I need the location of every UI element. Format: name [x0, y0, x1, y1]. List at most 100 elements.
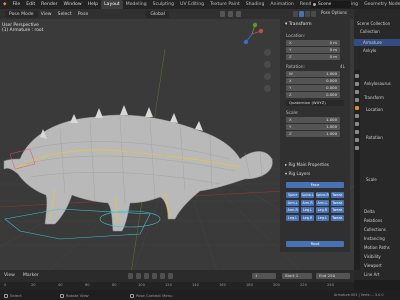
layer-button[interactable]: Spine — [286, 192, 300, 198]
layer-button[interactable]: Leg.R — [300, 214, 315, 221]
layer-button[interactable]: Tweak — [330, 199, 344, 206]
rotation-mode-dropdown[interactable]: Quaternion (WXYZ) — [286, 100, 344, 106]
layer-button[interactable]: Leg.R — [315, 207, 330, 213]
timeline-menu-view[interactable]: View — [4, 273, 15, 278]
tab-geometry-nodes[interactable]: Geometry Nodes — [361, 0, 400, 9]
orientation-dropdown[interactable]: Global — [146, 10, 169, 18]
properties-section[interactable]: Transform — [364, 95, 384, 100]
camera-icon[interactable] — [264, 73, 271, 80]
pan-hand-icon[interactable] — [264, 61, 271, 68]
material-shading-icon[interactable] — [305, 11, 310, 17]
layer-button[interactable]: Arm.R — [300, 199, 315, 206]
menu-window[interactable]: Window — [61, 2, 85, 7]
menu-view[interactable]: View — [38, 12, 55, 17]
timeline-menu-marker[interactable]: Marker — [23, 273, 39, 278]
timeline-ruler[interactable]: 0 20 40 60 80 100 120 140 160 180 200 22… — [0, 282, 354, 290]
layer-button[interactable]: Tweak — [330, 214, 344, 221]
layer-button[interactable]: Arm.R — [286, 207, 300, 213]
jump-end-icon[interactable] — [168, 273, 173, 279]
blender-logo-icon[interactable]: ◆ — [0, 2, 10, 7]
gizmo-toggle-icon[interactable] — [228, 11, 233, 17]
properties-section[interactable]: Delta — [364, 209, 375, 214]
wireframe-shading-icon[interactable] — [293, 11, 298, 17]
layer-button[interactable]: Leg.L — [286, 214, 300, 221]
menu-file[interactable]: File — [10, 2, 24, 7]
next-keyframe-icon[interactable] — [160, 273, 165, 279]
play-reverse-icon[interactable] — [144, 273, 149, 279]
properties-section[interactable]: Instancing — [364, 236, 385, 241]
properties-section[interactable]: Viewport — [364, 263, 382, 268]
menu-edit[interactable]: Edit — [23, 2, 38, 7]
object-tab-icon[interactable] — [355, 106, 359, 110]
rotation-w-field[interactable]: W 1.000 — [286, 71, 340, 77]
current-frame-field[interactable]: 1 — [252, 273, 276, 279]
grid-view-icon[interactable] — [264, 85, 271, 92]
properties-section[interactable]: Motion Paths — [364, 245, 390, 250]
layer-button[interactable]: Spine.L — [300, 192, 315, 198]
face-layer-button[interactable]: Face — [286, 182, 344, 188]
tab-modeling[interactable]: Modeling — [123, 0, 150, 9]
properties-section[interactable]: Collections — [364, 227, 386, 232]
constraint-tab-icon[interactable] — [355, 130, 359, 134]
rig-main-properties-header[interactable]: ▸ Rig Main Properties — [285, 162, 329, 167]
tool-tab-icon[interactable] — [355, 74, 359, 78]
outliner-item[interactable]: Armature — [363, 40, 382, 45]
menu-pose[interactable]: Pose — [75, 12, 92, 17]
overlay-toggle-icon[interactable] — [236, 11, 241, 17]
solid-shading-icon[interactable] — [299, 11, 304, 17]
layer-button[interactable]: Arm.L — [315, 199, 330, 206]
tab-animation[interactable]: Animation — [267, 0, 296, 9]
modifier-tab-icon[interactable] — [355, 114, 359, 118]
layer-button[interactable]: Tweak — [330, 192, 344, 198]
menu-select[interactable]: Select — [55, 12, 75, 17]
rig-layers-header[interactable]: ▾ Rig Layers — [285, 171, 310, 176]
root-layer-button[interactable]: Root — [286, 241, 344, 247]
tab-uv-editing[interactable]: UV Editing — [177, 0, 207, 9]
mode-dropdown[interactable]: Pose Mode — [5, 10, 38, 18]
control-shapes[interactable] — [4, 208, 161, 240]
transform-panel-header[interactable]: ▾ Transform — [285, 22, 312, 27]
scene-tab-icon[interactable] — [355, 98, 359, 102]
layer-button[interactable]: Leg.L — [315, 214, 330, 221]
properties-section[interactable]: Relations — [364, 218, 382, 223]
outliner-item[interactable]: Ankylo — [363, 48, 376, 53]
scale-x-field[interactable]: X 1.000 — [286, 117, 340, 123]
render-tab-icon[interactable] — [355, 82, 359, 86]
outliner-item[interactable]: Scene Collection — [357, 21, 390, 26]
tab-texture-paint[interactable]: Texture Paint — [207, 0, 243, 9]
tab-shading[interactable]: Shading — [243, 0, 268, 9]
location-y-field[interactable]: Y 0 m — [286, 47, 340, 53]
bone-tab-icon[interactable] — [355, 146, 359, 150]
end-frame-field[interactable]: End 250 — [316, 273, 350, 279]
tab-layout[interactable]: Layout — [101, 0, 123, 9]
layer-button[interactable]: Spine.R — [315, 192, 330, 198]
rotation-x-field[interactable]: X 0.000 — [286, 78, 340, 84]
rotation-z-field[interactable]: Z 0.000 — [286, 92, 340, 98]
scale-y-field[interactable]: Y 1.000 — [286, 124, 340, 130]
pose-options-menu[interactable]: Pose Options — [318, 10, 350, 15]
data-tab-icon[interactable] — [355, 138, 359, 142]
tab-sculpting[interactable]: Sculpting — [150, 0, 177, 9]
menu-render[interactable]: Render — [38, 2, 60, 7]
menu-help[interactable]: Help — [85, 2, 101, 7]
output-tab-icon[interactable] — [355, 90, 359, 94]
layer-button[interactable]: Leg.L — [300, 207, 315, 213]
properties-section[interactable]: Line Art — [364, 272, 380, 277]
outliner-item[interactable]: Collection — [360, 29, 380, 34]
navigation-gizmo[interactable] — [240, 22, 264, 46]
zoom-icon[interactable] — [264, 49, 271, 56]
layer-button[interactable]: Tweak — [330, 207, 344, 213]
scene-selector[interactable]: Scene — [311, 1, 351, 8]
rotation-y-field[interactable]: Y 0.000 — [286, 85, 340, 91]
physics-tab-icon[interactable] — [355, 122, 359, 126]
scale-z-field[interactable]: Z 1.000 — [286, 131, 340, 137]
start-frame-field[interactable]: Start 1 — [282, 273, 312, 279]
layer-button[interactable]: Arm.L — [286, 199, 300, 206]
visibility-icon[interactable] — [220, 11, 225, 17]
object-name[interactable]: Ankylosaurus — [364, 81, 391, 86]
jump-start-icon[interactable] — [128, 273, 133, 279]
prev-keyframe-icon[interactable] — [136, 273, 141, 279]
location-x-field[interactable]: X 0 m — [286, 40, 340, 46]
rendered-shading-icon[interactable] — [311, 11, 316, 17]
play-icon[interactable] — [152, 273, 157, 279]
